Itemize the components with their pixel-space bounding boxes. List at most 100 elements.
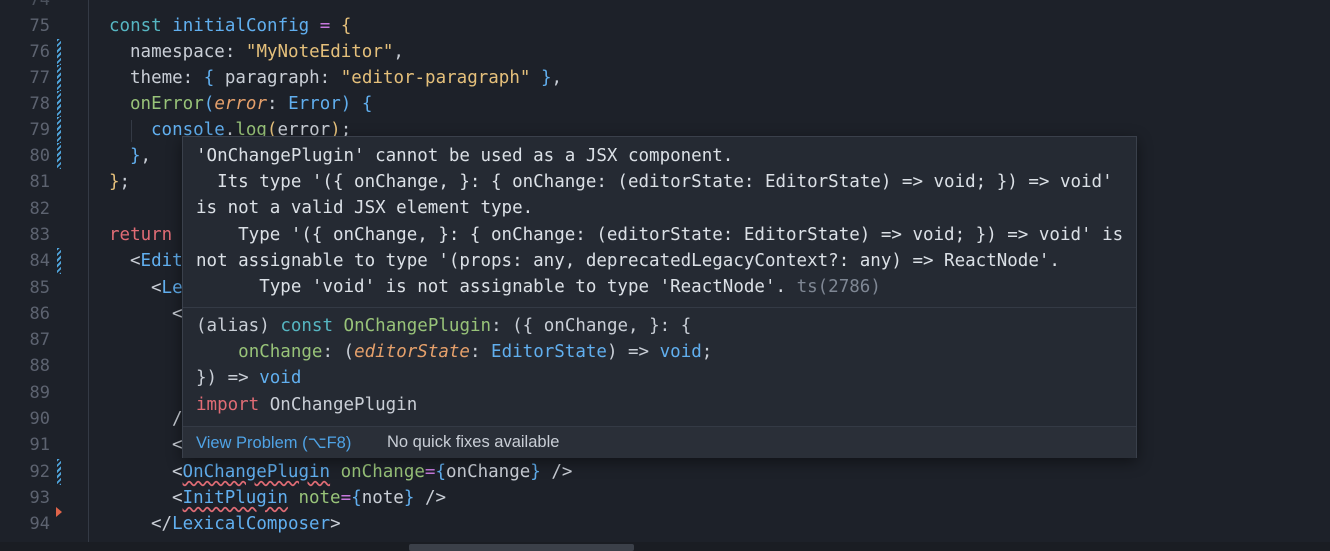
code-line: 93 <InitPlugin note={note} />	[0, 485, 1330, 511]
operator: =	[424, 462, 436, 482]
function-name: onError	[130, 94, 204, 114]
line-number: 75	[29, 16, 50, 36]
type-name: EditorState	[491, 342, 607, 363]
jsx-tag-error[interactable]: OnChangePlugin	[183, 462, 331, 482]
line-number: 76	[29, 42, 50, 62]
punctuation: ,	[393, 42, 404, 62]
scrollbar-thumb[interactable]	[409, 544, 634, 551]
jsx-attribute: onChange	[340, 462, 425, 482]
line-number: 91	[29, 435, 50, 455]
property-name: onChange	[238, 342, 323, 363]
error-line: not assignable to type '(props: any, dep…	[196, 250, 1060, 271]
line-number: 92	[29, 462, 50, 482]
hover-actions-bar: View Problem (⌥F8) No quick fixes availa…	[183, 426, 1136, 458]
line-number: 88	[29, 356, 50, 376]
punctuation: ,	[551, 68, 563, 88]
keyword: const	[109, 16, 162, 36]
brace: {	[361, 94, 373, 114]
code-line: 94 </LexicalComposer>	[0, 511, 1330, 537]
code-line: 92 <OnChangePlugin onChange={onChange} /…	[0, 459, 1330, 485]
line-number: 78	[29, 94, 50, 114]
line-number: 87	[29, 330, 50, 350]
brace: }	[530, 462, 541, 482]
expression: note	[361, 488, 404, 508]
punctuation: /	[172, 409, 183, 429]
punctuation: :	[469, 342, 492, 363]
error-hover-tooltip[interactable]: 'OnChangePlugin' cannot be used as a JSX…	[182, 136, 1137, 458]
punctuation: >	[330, 514, 341, 534]
horizontal-scrollbar[interactable]	[0, 542, 1330, 551]
error-line: Type '({ onChange, }: { onChange: (edito…	[196, 224, 1124, 245]
keyword: import	[196, 394, 260, 415]
line-number: 74	[29, 0, 50, 10]
paren: )	[340, 94, 352, 114]
line-number: 90	[29, 409, 50, 429]
paren: (	[203, 94, 215, 114]
punctuation: <	[130, 251, 141, 271]
code-line: 76 namespace: "MyNoteEditor",	[0, 39, 1330, 65]
parameter: error	[214, 94, 267, 114]
code-line: 77 theme: { paragraph: "editor-paragraph…	[0, 65, 1330, 91]
punctuation: />	[540, 462, 573, 482]
property-key: namespace:	[130, 42, 236, 62]
punctuation: <	[172, 462, 183, 482]
symbol-name: OnChangePlugin	[343, 316, 492, 336]
line-number: 83	[29, 225, 50, 245]
punctuation: : (	[322, 342, 355, 363]
no-quick-fixes-label: No quick fixes available	[387, 433, 560, 451]
type-signature: (alias) const OnChangePlugin: ({ onChang…	[196, 313, 712, 418]
line-number: 81	[29, 172, 50, 192]
error-code: ts(2786)	[796, 277, 881, 298]
code-line: 75 const initialConfig = {	[0, 13, 1330, 39]
view-problem-link[interactable]: View Problem (⌥F8)	[196, 433, 351, 453]
brace: {	[203, 68, 215, 88]
string: "editor-paragraph"	[340, 68, 531, 88]
brace: }	[109, 172, 120, 192]
punctuation: ;	[701, 342, 713, 363]
type-name: void	[659, 342, 702, 363]
line-number: 82	[29, 199, 50, 219]
type-name: void	[259, 368, 302, 389]
signature-text: : ({ onChange, }: {	[491, 316, 692, 336]
brace: {	[435, 462, 446, 482]
property-key: theme:	[130, 68, 194, 88]
punctuation: <	[172, 488, 183, 508]
punctuation: ;	[119, 172, 131, 192]
line-number: 94	[29, 514, 50, 534]
jsx-tag: Edit	[140, 251, 183, 271]
keyword: const	[280, 316, 333, 336]
brace: {	[340, 16, 352, 36]
code-line: 78 onError(error: Error) {	[0, 91, 1330, 117]
operator: =	[340, 488, 352, 508]
jsx-tag-error[interactable]: InitPlugin	[183, 488, 288, 508]
string: "MyNoteEditor"	[245, 42, 394, 62]
jsx-tag: LexicalComposer	[172, 514, 331, 534]
line-number: 86	[29, 304, 50, 324]
line-number: 84	[29, 251, 50, 271]
line-number: 80	[29, 146, 50, 166]
parameter: editorState	[354, 342, 470, 363]
variable: initialConfig	[172, 16, 310, 36]
punctuation: </	[151, 514, 173, 534]
brace: {	[351, 488, 362, 508]
jsx-attribute: note	[298, 488, 341, 508]
symbol-name: OnChangePlugin	[259, 394, 418, 415]
type-name: Error	[288, 94, 341, 114]
code-editor[interactable]: 74 75 const initialConfig = { 76 namespa…	[0, 0, 1330, 551]
line-number: 79	[29, 120, 50, 140]
operator: =	[319, 16, 331, 36]
line-number: 85	[29, 278, 50, 298]
error-line: is not a valid JSX element type.	[196, 198, 534, 219]
signature-text: }) =>	[196, 368, 260, 389]
property-key: paragraph:	[224, 68, 331, 88]
error-line: Its type '({ onChange, }: { onChange: (e…	[196, 172, 1113, 193]
code-line: 74	[0, 0, 1330, 13]
punctuation: ,	[140, 146, 152, 166]
punctuation: />	[414, 488, 447, 508]
error-message: 'OnChangePlugin' cannot be used as a JSX…	[196, 143, 1123, 300]
brace: }	[403, 488, 415, 508]
punctuation: <	[151, 278, 162, 298]
error-line: Type 'void' is not assignable to type 'R…	[196, 277, 787, 298]
punctuation: <	[172, 435, 183, 455]
